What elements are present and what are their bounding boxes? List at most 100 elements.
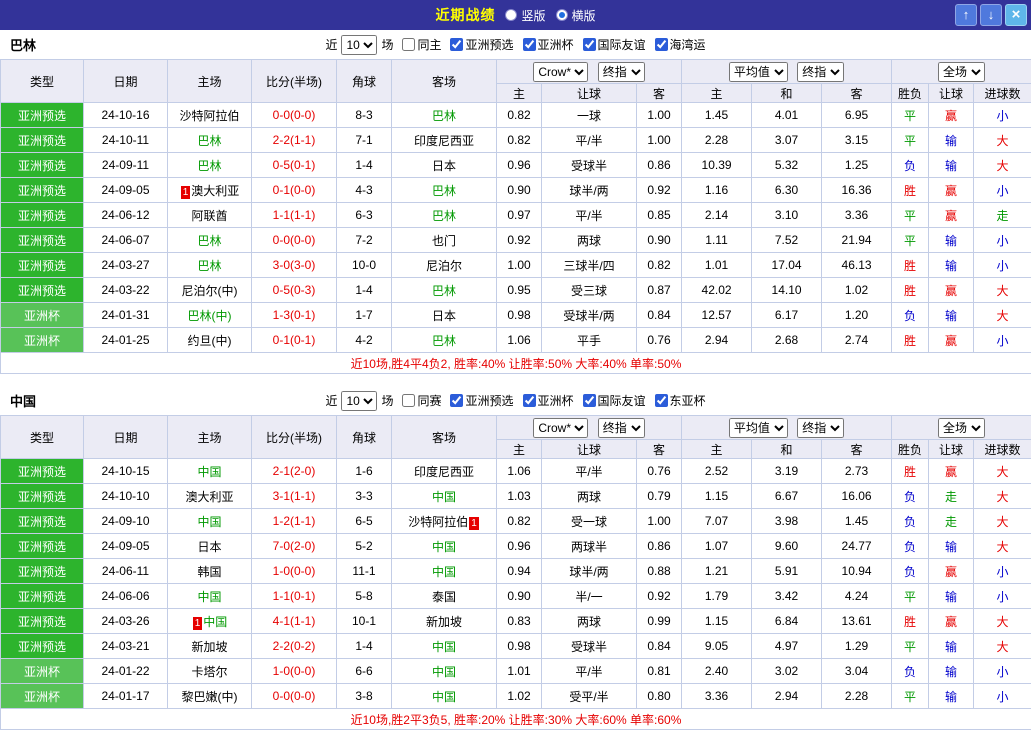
note-mark: 1 bbox=[469, 516, 479, 530]
home-team: 巴林 bbox=[167, 127, 252, 153]
score: 0-1(0-1) bbox=[251, 327, 337, 353]
radio-horizontal-layout[interactable]: 横版 bbox=[555, 7, 596, 24]
competition-badge: 亚洲预选 bbox=[0, 277, 84, 303]
result-handicap: 输 bbox=[928, 302, 975, 328]
competition-badge: 亚洲预选 bbox=[0, 483, 84, 509]
avg-draw-odds: 3.19 bbox=[751, 458, 823, 484]
result-handicap: 走 bbox=[928, 508, 975, 534]
checkbox-icon[interactable] bbox=[654, 394, 668, 407]
odds-away: 1.00 bbox=[635, 508, 683, 534]
odds-away: 0.88 bbox=[635, 558, 683, 584]
average-select[interactable]: 平均值 bbox=[728, 417, 788, 438]
avg-draw-odds: 9.60 bbox=[751, 533, 823, 559]
comp-checkbox-asian-cup[interactable]: 亚洲杯 bbox=[522, 36, 574, 53]
result-outcome: 平 bbox=[891, 227, 930, 253]
odds-away: 0.81 bbox=[635, 658, 683, 684]
comp-checkbox-east-asian-cup[interactable]: 东亚杯 bbox=[654, 392, 706, 409]
odds-home: 0.98 bbox=[496, 633, 542, 659]
odds-stage-select[interactable]: 终指 bbox=[597, 417, 645, 438]
result-outcome: 负 bbox=[891, 152, 930, 178]
result-goals: 大 bbox=[973, 533, 1031, 559]
handicap: 受球半/两 bbox=[541, 302, 637, 328]
col-home: 主场 bbox=[167, 415, 252, 459]
scope-select[interactable]: 全场 bbox=[938, 61, 986, 82]
avg-draw-odds: 3.42 bbox=[751, 583, 823, 609]
comp-label: 亚洲杯 bbox=[537, 38, 574, 52]
radio-vertical-layout[interactable]: 竖版 bbox=[505, 7, 546, 24]
odds-home: 0.96 bbox=[496, 152, 542, 178]
results-body: 亚洲预选 24-10-16 沙特阿拉伯 0-0(0-0) 8-3 巴林 0.82 一球 1.00… bbox=[0, 102, 1031, 353]
match-count-select[interactable]: 10 bbox=[341, 34, 378, 55]
checkbox-icon[interactable] bbox=[522, 38, 536, 51]
scope-header: 全场 bbox=[891, 415, 1031, 440]
same-venue-checkbox[interactable]: 同主 bbox=[402, 36, 441, 53]
col-away: 客场 bbox=[391, 415, 497, 459]
odds-home: 0.92 bbox=[496, 227, 542, 253]
away-team: 印度尼西亚 bbox=[391, 458, 497, 484]
corner-score: 3-3 bbox=[336, 483, 392, 509]
bookmaker-select[interactable]: Crow* bbox=[533, 417, 589, 438]
comp-checkbox-gulf-games[interactable]: 海湾运 bbox=[654, 36, 706, 53]
checkbox-icon[interactable] bbox=[450, 38, 464, 51]
avg-home-odds: 1.15 bbox=[681, 608, 753, 634]
comp-checkbox-asian-qualifiers[interactable]: 亚洲预选 bbox=[450, 392, 514, 409]
result-outcome: 平 bbox=[891, 633, 930, 659]
score: 4-1(1-1) bbox=[251, 608, 337, 634]
avg-draw-odds: 3.98 bbox=[751, 508, 823, 534]
result-goals: 大 bbox=[973, 483, 1031, 509]
col-result: 胜负 bbox=[891, 83, 930, 103]
match-date: 24-09-11 bbox=[83, 152, 168, 178]
checkbox-icon[interactable] bbox=[402, 394, 416, 407]
handicap: 一球 bbox=[541, 102, 637, 128]
avg-away-odds: 1.29 bbox=[821, 633, 893, 659]
comp-checkbox-asian-cup[interactable]: 亚洲杯 bbox=[522, 392, 574, 409]
checkbox-icon[interactable] bbox=[522, 394, 536, 407]
summary-line: 近10场,胜4平4负2, 胜率:40% 让胜率:50% 大率:40% 单率:50… bbox=[0, 352, 1031, 374]
avg-stage-select[interactable]: 终指 bbox=[797, 417, 845, 438]
checkbox-icon[interactable] bbox=[582, 394, 596, 407]
result-goals: 小 bbox=[973, 683, 1031, 709]
corner-score: 5-8 bbox=[336, 583, 392, 609]
score: 1-0(0-0) bbox=[251, 558, 337, 584]
match-date: 24-01-31 bbox=[83, 302, 168, 328]
avg-home-odds: 12.57 bbox=[681, 302, 753, 328]
avg-draw-odds: 5.91 bbox=[751, 558, 823, 584]
odds-away: 0.92 bbox=[635, 583, 683, 609]
scroll-up-button[interactable]: ↑ bbox=[955, 4, 977, 26]
average-select[interactable]: 平均值 bbox=[728, 61, 788, 82]
checkbox-icon[interactable] bbox=[654, 38, 668, 51]
comp-checkbox-friendly[interactable]: 国际友谊 bbox=[582, 392, 646, 409]
scroll-down-button[interactable]: ↓ bbox=[980, 4, 1002, 26]
away-team: 新加坡 bbox=[391, 608, 497, 634]
close-button[interactable]: × bbox=[1005, 4, 1027, 26]
checkbox-icon[interactable] bbox=[450, 394, 464, 407]
competition-badge: 亚洲预选 bbox=[0, 177, 84, 203]
avg-home-odds: 1.07 bbox=[681, 533, 753, 559]
score: 3-1(1-1) bbox=[251, 483, 337, 509]
avg-draw-odds: 5.32 bbox=[751, 152, 823, 178]
comp-checkbox-friendly[interactable]: 国际友谊 bbox=[582, 36, 646, 53]
odds-stage-select[interactable]: 终指 bbox=[597, 61, 645, 82]
summary-line: 近10场,胜2平3负5, 胜率:20% 让胜率:30% 大率:60% 单率:60… bbox=[0, 708, 1031, 730]
odds-home: 0.98 bbox=[496, 302, 542, 328]
corner-score: 6-6 bbox=[336, 658, 392, 684]
avg-away-odds: 1.25 bbox=[821, 152, 893, 178]
corner-score: 8-3 bbox=[336, 102, 392, 128]
away-team: 日本 bbox=[391, 152, 497, 178]
same-venue-checkbox[interactable]: 同赛 bbox=[402, 392, 441, 409]
col-odds-away: 客 bbox=[635, 439, 683, 459]
result-outcome: 胜 bbox=[891, 608, 930, 634]
match-count-select[interactable]: 10 bbox=[341, 390, 378, 411]
checkbox-icon[interactable] bbox=[402, 38, 416, 51]
home-team: 韩国 bbox=[167, 558, 252, 584]
away-team: 泰国 bbox=[391, 583, 497, 609]
comp-checkbox-asian-qualifiers[interactable]: 亚洲预选 bbox=[450, 36, 514, 53]
scope-select[interactable]: 全场 bbox=[938, 417, 986, 438]
home-team: 巴林 bbox=[167, 227, 252, 253]
checkbox-icon[interactable] bbox=[582, 38, 596, 51]
avg-draw-odds: 6.30 bbox=[751, 177, 823, 203]
bookmaker-select[interactable]: Crow* bbox=[533, 61, 589, 82]
avg-stage-select[interactable]: 终指 bbox=[797, 61, 845, 82]
score: 1-1(1-1) bbox=[251, 202, 337, 228]
result-goals: 大 bbox=[973, 152, 1031, 178]
